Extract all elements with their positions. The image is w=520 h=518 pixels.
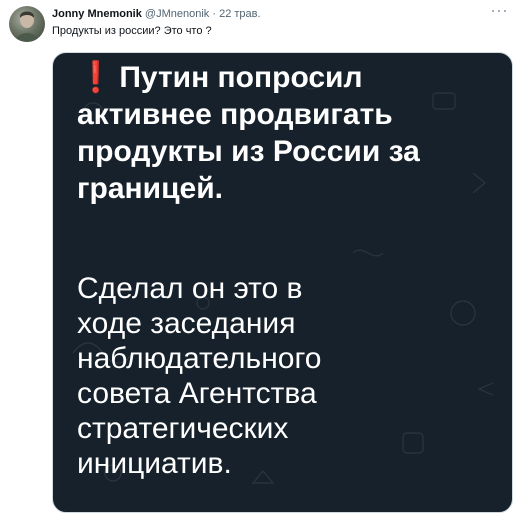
body-line-4: совета Агентства bbox=[77, 377, 317, 410]
red-exclamation-icon: ❗ bbox=[77, 61, 115, 94]
timestamp[interactable]: 22 трав. bbox=[219, 8, 260, 20]
post-body: Сделал он это в ходе заседания наблюдате… bbox=[77, 271, 497, 481]
tweet[interactable]: Jonny Mnemonik @JMnenonik · 22 трав. Про… bbox=[0, 0, 520, 518]
headline-line-3: продукты из России за bbox=[77, 135, 420, 168]
author-name[interactable]: Jonny Mnemonik bbox=[52, 8, 142, 20]
author-handle[interactable]: @JMnenonik bbox=[145, 8, 209, 20]
tweet-header: Jonny Mnemonik @JMnenonik · 22 трав. bbox=[52, 7, 261, 21]
body-line-5: стратегических bbox=[77, 412, 289, 445]
body-line-6: инициатив. bbox=[77, 447, 232, 480]
post-headline: ❗ Путин попросил активнее продвигать про… bbox=[77, 59, 497, 207]
headline-line-4: границей. bbox=[77, 172, 223, 205]
headline-line-1: ❗ Путин попросил bbox=[77, 61, 363, 94]
avatar[interactable] bbox=[9, 6, 45, 42]
headline-line-2: активнее продвигать bbox=[77, 98, 393, 131]
body-line-3: наблюдательного bbox=[77, 342, 322, 375]
more-options-icon[interactable] bbox=[492, 4, 506, 18]
body-line-2: ходе заседания bbox=[77, 307, 296, 340]
avatar-image-icon bbox=[15, 11, 39, 42]
meta-separator: · bbox=[212, 8, 217, 20]
tweet-media-image[interactable]: ❗ Путин попросил активнее продвигать про… bbox=[52, 52, 513, 513]
tweet-text: Продукты из россии? Это что ? bbox=[52, 25, 212, 37]
body-line-1: Сделал он это в bbox=[77, 272, 303, 305]
